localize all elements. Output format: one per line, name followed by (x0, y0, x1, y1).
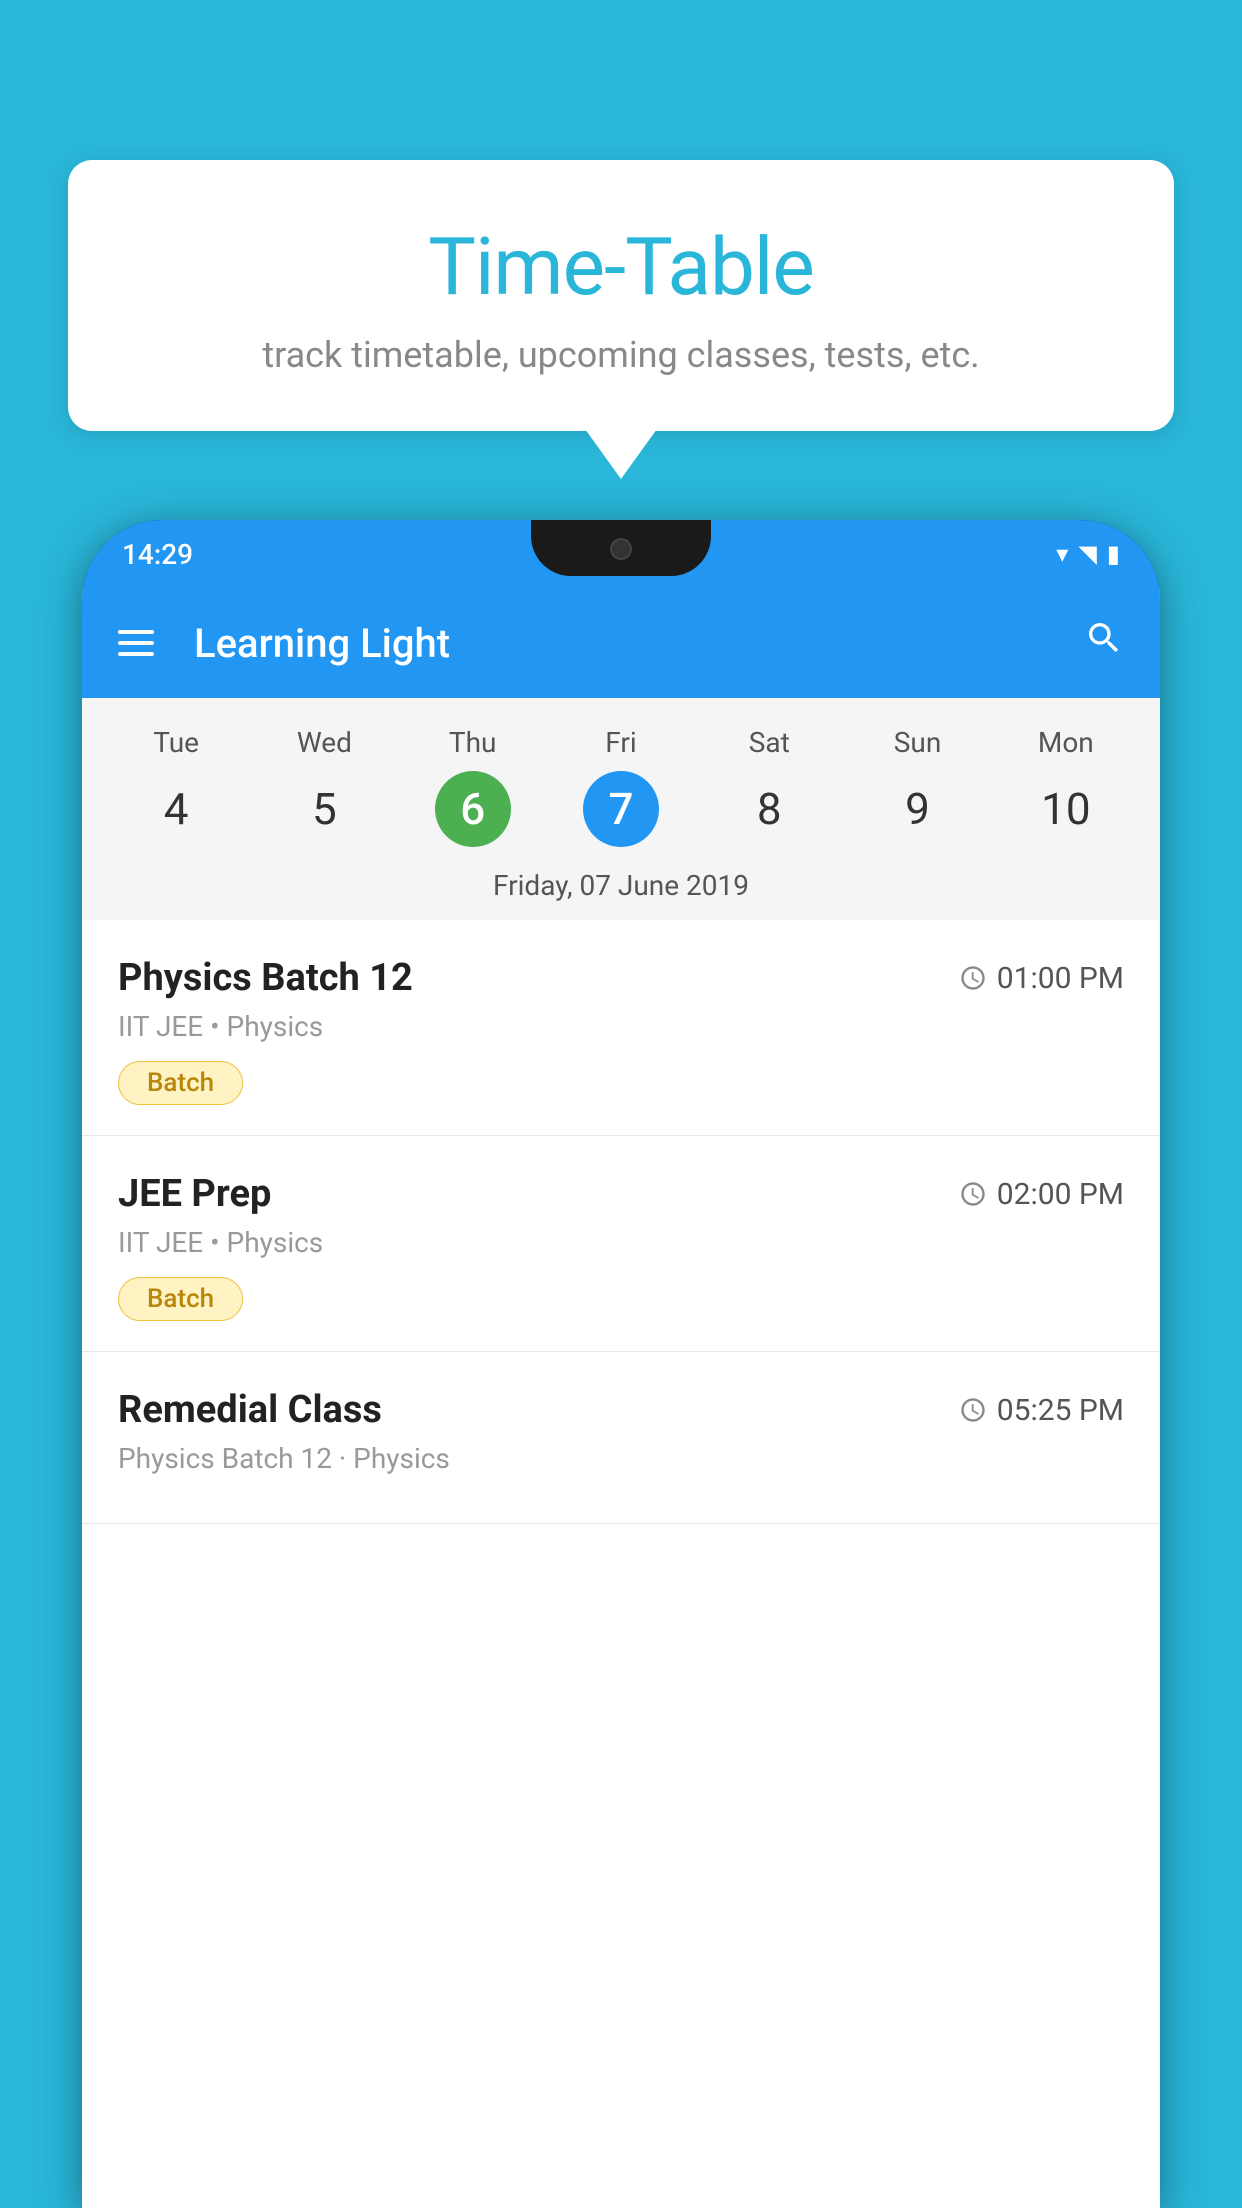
schedule-item-time: 02:00 PM (959, 1177, 1124, 1212)
weekday-num: 9 (880, 771, 956, 847)
calendar-day-6[interactable]: Thu 6 (413, 726, 533, 847)
wifi-icon: ▾ (1056, 540, 1068, 568)
calendar-day-4[interactable]: Tue 4 (116, 726, 236, 847)
batch-badge: Batch (118, 1277, 243, 1321)
notch (531, 520, 711, 576)
calendar-day-9[interactable]: Sun 9 (858, 726, 978, 847)
schedule-list: Physics Batch 12 01:00 PM IIT JEE • Phys… (82, 920, 1160, 1524)
weekday-num: 6 (435, 771, 511, 847)
schedule-item-header: Physics Batch 12 01:00 PM (118, 956, 1124, 1000)
search-icon[interactable] (1084, 617, 1124, 669)
phone-frame: 14:29 ▾ ◥ ▮ Learning Light (82, 520, 1160, 2208)
schedule-item-title: JEE Prep (118, 1172, 271, 1216)
calendar-day-5[interactable]: Wed 5 (264, 726, 384, 847)
weekday-label: Fri (605, 726, 636, 759)
calendar-day-7[interactable]: Fri 7 (561, 726, 681, 847)
weekday-label: Sun (894, 726, 942, 759)
schedule-item[interactable]: JEE Prep 02:00 PM IIT JEE • Physics Batc… (82, 1136, 1160, 1352)
schedule-item-meta: IIT JEE • Physics (118, 1010, 1124, 1043)
speech-bubble-container: Time-Table track timetable, upcoming cla… (68, 160, 1174, 431)
bubble-subtitle: track timetable, upcoming classes, tests… (108, 334, 1134, 376)
weekday-label: Mon (1038, 726, 1094, 759)
app-title: Learning Light (194, 620, 1054, 667)
weekday-num: 7 (583, 771, 659, 847)
schedule-item[interactable]: Remedial Class 05:25 PM Physics Batch 12… (82, 1352, 1160, 1524)
schedule-item-meta: Physics Batch 12 · Physics (118, 1442, 1124, 1475)
status-icons: ▾ ◥ ▮ (1056, 540, 1120, 568)
schedule-item[interactable]: Physics Batch 12 01:00 PM IIT JEE • Phys… (82, 920, 1160, 1136)
signal-icon: ◥ (1078, 540, 1096, 568)
weekday-label: Sat (749, 726, 790, 759)
weekday-num: 8 (731, 771, 807, 847)
batch-badge: Batch (118, 1061, 243, 1105)
selected-date-label: Friday, 07 June 2019 (82, 855, 1160, 920)
calendar-week: Tue 4 Wed 5 Thu 6 Fri 7 Sat 8 Sun 9 Mon 10 Friday, 07… (82, 698, 1160, 920)
calendar-day-10[interactable]: Mon 10 (1006, 726, 1126, 847)
schedule-item-header: Remedial Class 05:25 PM (118, 1388, 1124, 1432)
weekday-label: Tue (153, 726, 199, 759)
schedule-item-time: 01:00 PM (959, 961, 1124, 996)
status-bar: 14:29 ▾ ◥ ▮ (82, 520, 1160, 588)
weekdays-row: Tue 4 Wed 5 Thu 6 Fri 7 Sat 8 Sun 9 Mon 10 (82, 718, 1160, 855)
bubble-title: Time-Table (108, 220, 1134, 314)
schedule-item-meta: IIT JEE • Physics (118, 1226, 1124, 1259)
hamburger-menu-button[interactable] (118, 630, 154, 656)
app-bar: Learning Light (82, 588, 1160, 698)
weekday-num: 5 (286, 771, 362, 847)
weekday-num: 10 (1028, 771, 1104, 847)
status-time: 14:29 (122, 538, 193, 571)
calendar-day-8[interactable]: Sat 8 (709, 726, 829, 847)
battery-icon: ▮ (1107, 540, 1120, 568)
schedule-item-title: Remedial Class (118, 1388, 382, 1432)
schedule-item-header: JEE Prep 02:00 PM (118, 1172, 1124, 1216)
weekday-label: Wed (297, 726, 352, 759)
speech-bubble: Time-Table track timetable, upcoming cla… (68, 160, 1174, 431)
schedule-item-title: Physics Batch 12 (118, 956, 413, 1000)
weekday-num: 4 (138, 771, 214, 847)
weekday-label: Thu (449, 726, 497, 759)
phone-screen: Learning Light Tue4Wed5Thu6Fri7Sat8Sun9M… (82, 588, 1160, 2208)
schedule-item-time: 05:25 PM (959, 1393, 1124, 1428)
front-camera (610, 538, 632, 560)
